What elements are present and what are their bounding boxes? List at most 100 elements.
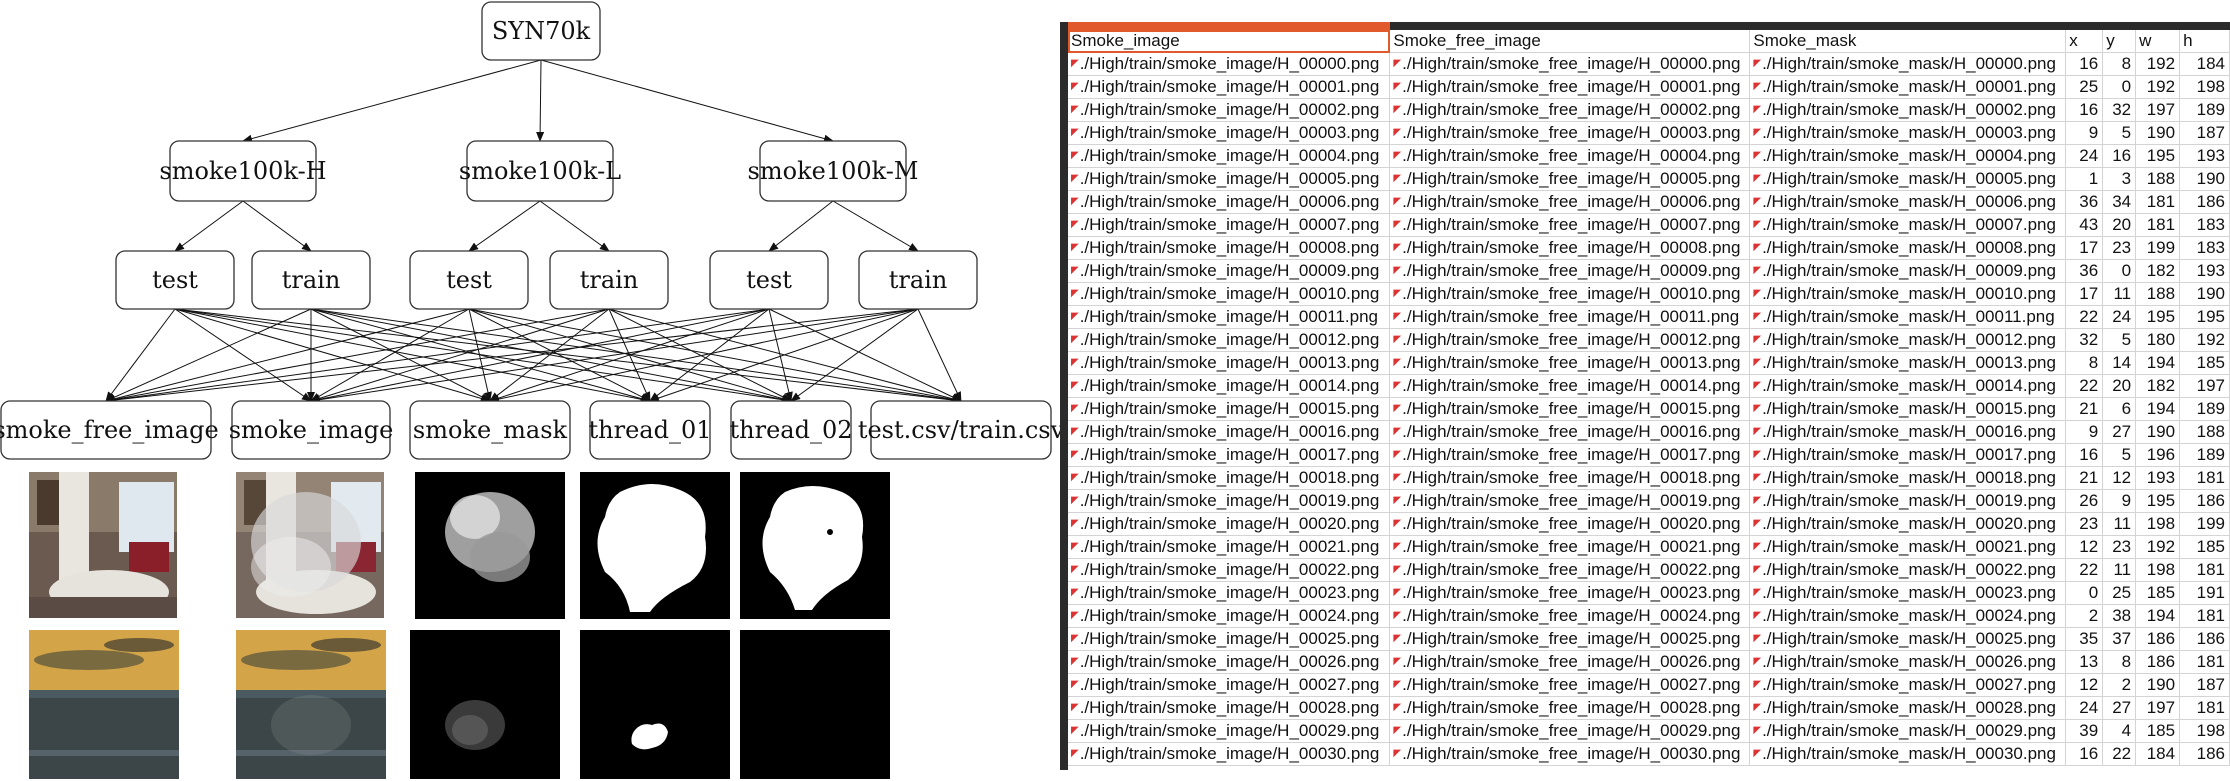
path-cell[interactable]: ◤./High/train/smoke_mask/H_00026.png [1749, 650, 2067, 674]
number-cell[interactable]: 189 [2179, 98, 2230, 122]
path-cell[interactable]: ◤./High/train/smoke_mask/H_00019.png [1749, 489, 2067, 513]
path-cell[interactable]: ◤./High/train/smoke_free_image/H_00005.p… [1389, 167, 1751, 191]
path-cell[interactable]: ◤./High/train/smoke_mask/H_00009.png [1749, 259, 2067, 283]
table-row[interactable]: ◤./High/train/smoke_image/H_00009.png ◤./… [1068, 259, 2230, 283]
number-cell[interactable]: 192 [2179, 328, 2230, 352]
table-row[interactable]: ◤./High/train/smoke_image/H_00002.png ◤./… [1068, 98, 2230, 122]
number-cell[interactable]: 186 [2135, 650, 2181, 674]
path-cell[interactable]: ◤./High/train/smoke_free_image/H_00019.p… [1389, 489, 1751, 513]
table-row[interactable]: ◤./High/train/smoke_image/H_00011.png ◤./… [1068, 305, 2230, 329]
path-cell[interactable]: ◤./High/train/smoke_free_image/H_00006.p… [1389, 190, 1751, 214]
number-cell[interactable]: 20 [2102, 213, 2137, 237]
number-cell[interactable]: 184 [2179, 52, 2230, 76]
path-cell[interactable]: ◤./High/train/smoke_image/H_00026.png [1068, 650, 1391, 674]
number-cell[interactable]: 184 [2135, 742, 2181, 766]
number-cell[interactable]: 191 [2179, 581, 2230, 605]
number-cell[interactable]: 194 [2135, 604, 2181, 628]
table-row[interactable]: ◤./High/train/smoke_image/H_00010.png ◤./… [1068, 282, 2230, 306]
number-cell[interactable]: 1 [2065, 167, 2104, 191]
path-cell[interactable]: ◤./High/train/smoke_image/H_00027.png [1068, 673, 1391, 697]
number-cell[interactable]: 196 [2135, 443, 2181, 467]
number-cell[interactable]: 197 [2179, 374, 2230, 398]
path-cell[interactable]: ◤./High/train/smoke_free_image/H_00009.p… [1389, 259, 1751, 283]
number-cell[interactable]: 181 [2179, 650, 2230, 674]
path-cell[interactable]: ◤./High/train/smoke_free_image/H_00026.p… [1389, 650, 1751, 674]
path-cell[interactable]: ◤./High/train/smoke_image/H_00010.png [1068, 282, 1391, 306]
path-cell[interactable]: ◤./High/train/smoke_free_image/H_00029.p… [1389, 719, 1751, 743]
path-cell[interactable]: ◤./High/train/smoke_free_image/H_00008.p… [1389, 236, 1751, 260]
path-cell[interactable]: ◤./High/train/smoke_free_image/H_00018.p… [1389, 466, 1751, 490]
number-cell[interactable]: 26 [2065, 489, 2104, 513]
path-cell[interactable]: ◤./High/train/smoke_image/H_00019.png [1068, 489, 1391, 513]
number-cell[interactable]: 6 [2102, 397, 2137, 421]
number-cell[interactable]: 198 [2135, 512, 2181, 536]
number-cell[interactable]: 197 [2135, 98, 2181, 122]
number-cell[interactable]: 194 [2135, 351, 2181, 375]
number-cell[interactable]: 199 [2135, 236, 2181, 260]
table-row[interactable]: ◤./High/train/smoke_image/H_00025.png ◤./… [1068, 627, 2230, 651]
number-cell[interactable]: 181 [2135, 213, 2181, 237]
number-cell[interactable]: 2 [2065, 604, 2104, 628]
number-cell[interactable]: 187 [2179, 121, 2230, 145]
path-cell[interactable]: ◤./High/train/smoke_mask/H_00007.png [1749, 213, 2067, 237]
path-cell[interactable]: ◤./High/train/smoke_image/H_00006.png [1068, 190, 1391, 214]
number-cell[interactable]: 37 [2102, 627, 2137, 651]
path-cell[interactable]: ◤./High/train/smoke_image/H_00028.png [1068, 696, 1391, 720]
table-row[interactable]: ◤./High/train/smoke_image/H_00015.png ◤./… [1068, 397, 2230, 421]
path-cell[interactable]: ◤./High/train/smoke_mask/H_00029.png [1749, 719, 2067, 743]
path-cell[interactable]: ◤./High/train/smoke_free_image/H_00001.p… [1389, 75, 1751, 99]
table-row[interactable]: ◤./High/train/smoke_image/H_00024.png ◤./… [1068, 604, 2230, 628]
number-cell[interactable]: 186 [2179, 489, 2230, 513]
number-cell[interactable]: 23 [2102, 535, 2137, 559]
number-cell[interactable]: 11 [2102, 512, 2137, 536]
path-cell[interactable]: ◤./High/train/smoke_mask/H_00004.png [1749, 144, 2067, 168]
number-cell[interactable]: 8 [2102, 52, 2137, 76]
table-row[interactable]: ◤./High/train/smoke_image/H_00004.png ◤./… [1068, 144, 2230, 168]
path-cell[interactable]: ◤./High/train/smoke_image/H_00024.png [1068, 604, 1391, 628]
path-cell[interactable]: ◤./High/train/smoke_mask/H_00006.png [1749, 190, 2067, 214]
number-cell[interactable]: 22 [2065, 305, 2104, 329]
path-cell[interactable]: ◤./High/train/smoke_image/H_00000.png [1068, 52, 1391, 76]
number-cell[interactable]: 186 [2179, 742, 2230, 766]
table-row[interactable]: ◤./High/train/smoke_image/H_00022.png ◤./… [1068, 558, 2230, 582]
number-cell[interactable]: 192 [2135, 75, 2181, 99]
table-row[interactable]: ◤./High/train/smoke_image/H_00021.png ◤./… [1068, 535, 2230, 559]
header-cell[interactable]: y [2102, 30, 2137, 53]
table-row[interactable]: ◤./High/train/smoke_image/H_00019.png ◤./… [1068, 489, 2230, 513]
path-cell[interactable]: ◤./High/train/smoke_free_image/H_00028.p… [1389, 696, 1751, 720]
path-cell[interactable]: ◤./High/train/smoke_free_image/H_00000.p… [1389, 52, 1751, 76]
path-cell[interactable]: ◤./High/train/smoke_mask/H_00027.png [1749, 673, 2067, 697]
path-cell[interactable]: ◤./High/train/smoke_image/H_00020.png [1068, 512, 1391, 536]
path-cell[interactable]: ◤./High/train/smoke_image/H_00022.png [1068, 558, 1391, 582]
number-cell[interactable]: 188 [2135, 282, 2181, 306]
table-row[interactable]: ◤./High/train/smoke_image/H_00016.png ◤./… [1068, 420, 2230, 444]
number-cell[interactable]: 181 [2179, 466, 2230, 490]
path-cell[interactable]: ◤./High/train/smoke_image/H_00008.png [1068, 236, 1391, 260]
number-cell[interactable]: 5 [2102, 328, 2137, 352]
path-cell[interactable]: ◤./High/train/smoke_image/H_00004.png [1068, 144, 1391, 168]
number-cell[interactable]: 186 [2179, 627, 2230, 651]
path-cell[interactable]: ◤./High/train/smoke_free_image/H_00010.p… [1389, 282, 1751, 306]
number-cell[interactable]: 22 [2065, 558, 2104, 582]
header-cell[interactable]: h [2179, 30, 2230, 53]
path-cell[interactable]: ◤./High/train/smoke_free_image/H_00004.p… [1389, 144, 1751, 168]
number-cell[interactable]: 25 [2065, 75, 2104, 99]
number-cell[interactable]: 17 [2065, 282, 2104, 306]
number-cell[interactable]: 0 [2065, 581, 2104, 605]
path-cell[interactable]: ◤./High/train/smoke_mask/H_00001.png [1749, 75, 2067, 99]
path-cell[interactable]: ◤./High/train/smoke_free_image/H_00025.p… [1389, 627, 1751, 651]
table-row[interactable]: ◤./High/train/smoke_image/H_00028.png ◤./… [1068, 696, 2230, 720]
number-cell[interactable]: 187 [2179, 673, 2230, 697]
number-cell[interactable]: 190 [2179, 282, 2230, 306]
number-cell[interactable]: 186 [2135, 627, 2181, 651]
number-cell[interactable]: 12 [2065, 535, 2104, 559]
path-cell[interactable]: ◤./High/train/smoke_image/H_00005.png [1068, 167, 1391, 191]
number-cell[interactable]: 0 [2102, 75, 2137, 99]
number-cell[interactable]: 38 [2102, 604, 2137, 628]
number-cell[interactable]: 188 [2179, 420, 2230, 444]
number-cell[interactable]: 23 [2102, 236, 2137, 260]
table-row[interactable]: ◤./High/train/smoke_image/H_00006.png ◤./… [1068, 190, 2230, 214]
number-cell[interactable]: 34 [2102, 190, 2137, 214]
table-row[interactable]: ◤./High/train/smoke_image/H_00005.png ◤./… [1068, 167, 2230, 191]
path-cell[interactable]: ◤./High/train/smoke_mask/H_00000.png [1749, 52, 2067, 76]
